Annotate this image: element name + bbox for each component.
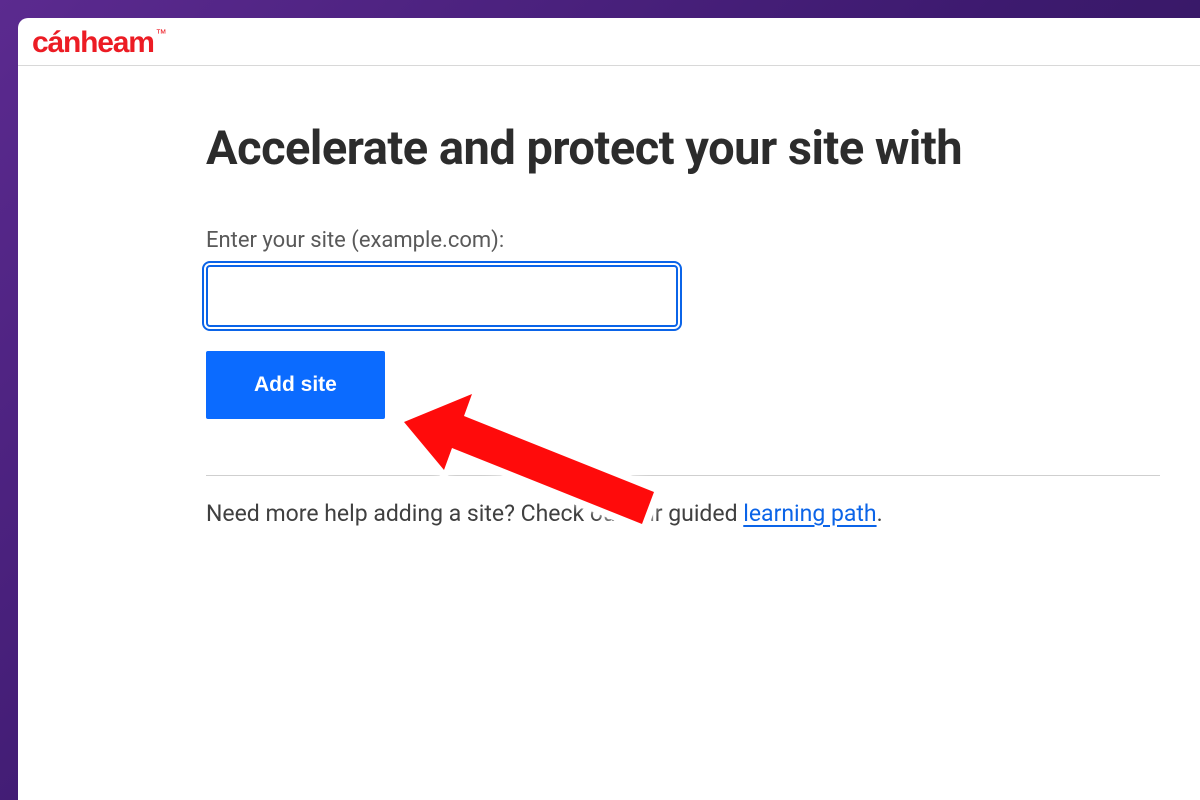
brand-logo: cánheam™ [32, 26, 163, 60]
help-text-suffix: . [877, 500, 883, 527]
site-input[interactable] [206, 265, 678, 327]
help-text-prefix: Need more help adding a site? Check out … [206, 500, 743, 527]
trademark-symbol: ™ [156, 28, 166, 40]
learning-path-link[interactable]: learning path [743, 500, 876, 527]
add-site-button[interactable]: Add site [206, 351, 385, 419]
help-text: Need more help adding a site? Check out … [206, 500, 1200, 527]
app-window: cánheam™ Accelerate and protect your sit… [18, 18, 1200, 800]
logo-bar: cánheam™ [18, 18, 1200, 66]
site-input-label: Enter your site (example.com): [206, 228, 1200, 253]
main-content: Accelerate and protect your site with En… [18, 66, 1200, 527]
section-divider [206, 475, 1160, 476]
page-heading: Accelerate and protect your site with [206, 121, 1200, 176]
brand-logo-text: cánheam [32, 26, 154, 59]
